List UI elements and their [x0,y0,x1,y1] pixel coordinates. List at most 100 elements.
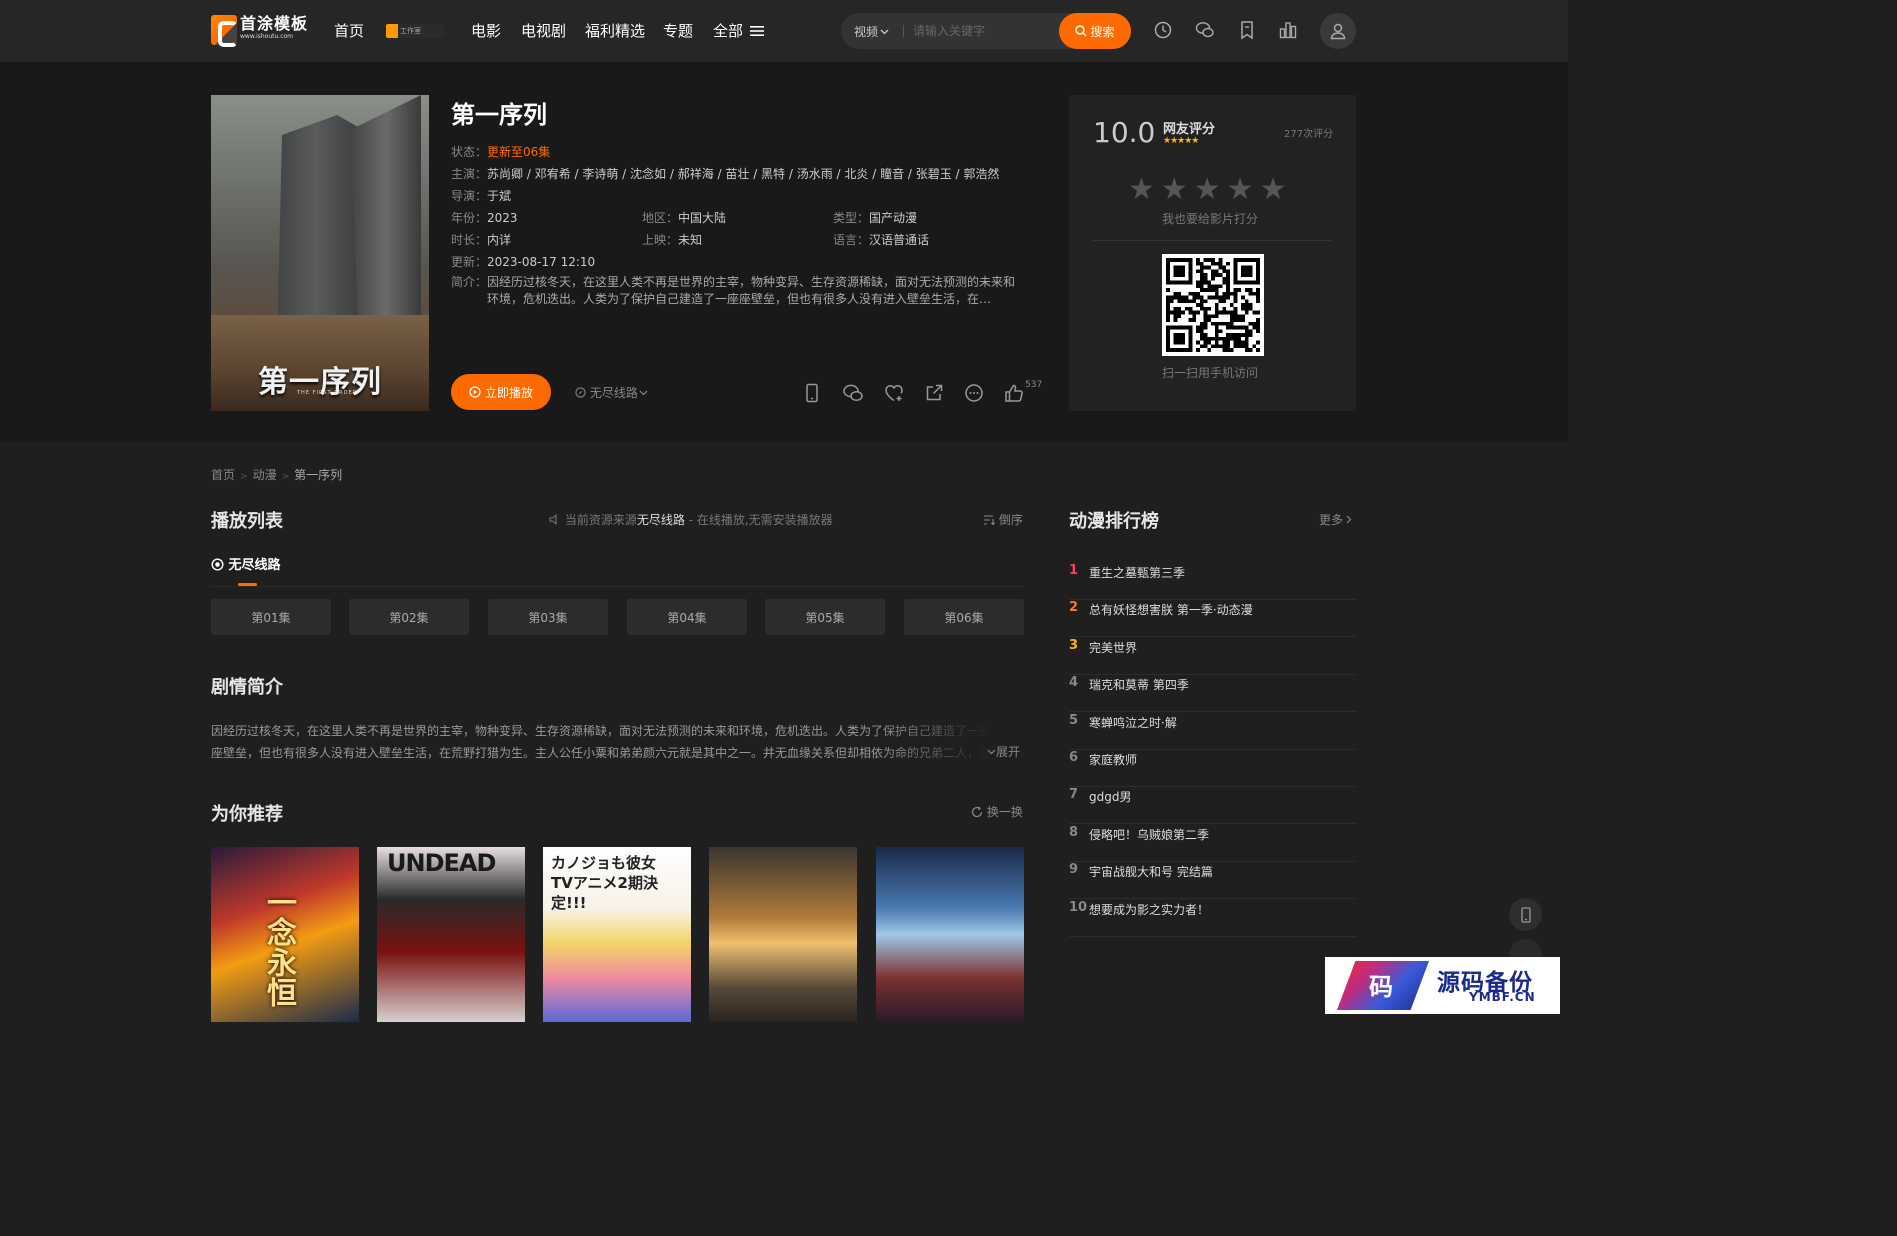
expand-button[interactable]: 展开 [987,743,1020,760]
episode-button[interactable]: 第03集 [488,599,608,635]
language-label: 语言： [833,233,870,247]
genre-value[interactable]: 国产动漫 [869,211,917,225]
ranking-number: 2 [1069,600,1079,616]
ranking-item[interactable]: 9 宇宙战舰大和号 完结篇 [1069,862,1356,900]
search-button[interactable]: 搜索 [1059,13,1131,49]
site-logo[interactable]: 首涂模板 www.ishoutu.com [211,14,309,47]
release-label: 上映： [642,233,679,247]
year-value[interactable]: 2023 [487,211,518,225]
language-row: 语言：汉语普通话 [833,231,929,248]
recommend-card[interactable] [876,847,1024,1022]
comment-icon[interactable] [963,382,985,404]
refresh-icon [971,806,983,818]
tab-source-label: 无尽线路 [228,558,281,573]
episode-button[interactable]: 第04集 [627,599,747,635]
like-icon[interactable] [1003,382,1025,404]
director-value[interactable]: 于斌 [487,189,511,203]
nav-topic[interactable]: 专题 [663,20,693,41]
duration-value: 内详 [487,233,512,247]
ranking-item[interactable]: 8 侵略吧！乌贼娘第二季 [1069,825,1356,862]
bookmark-icon[interactable] [1237,20,1257,40]
sort-button[interactable]: 倒序 [984,511,1023,528]
nav-home[interactable]: 首页 [334,20,364,41]
poster-image[interactable]: 第一序列 THE FIRST ORDER [211,95,429,411]
chevron-right-icon: > [281,472,290,482]
rank-icon[interactable] [1278,20,1298,40]
region-value[interactable]: 中国大陆 [678,211,726,225]
qr-hint: 扫一扫用手机访问 [1162,366,1259,380]
genre-row: 类型：国产动漫 [833,209,917,226]
nav-badge[interactable]: 工作室 [386,24,444,38]
recommend-card[interactable] [709,847,857,1022]
tab-source[interactable]: 无尽线路 [211,554,281,573]
cast-value[interactable]: 苏尚卿 / 邓宥希 / 李诗萌 / 沈念如 / 郝祥海 / 苗壮 / 黑特 / … [487,167,999,181]
nav-all[interactable]: 全部 [713,20,764,41]
refresh-label: 换一换 [986,805,1023,819]
status-label: 状态： [451,145,488,159]
rate-stars[interactable]: ★★★★★ [1128,172,1292,207]
episode-button[interactable]: 第05集 [765,599,885,635]
qr-code [1162,254,1264,356]
chevron-right-icon [1346,515,1352,524]
nav-welfare[interactable]: 福利精选 [585,20,645,41]
breadcrumb-category[interactable]: 动漫 [253,468,277,482]
share-icon[interactable] [923,382,945,404]
recommend-card[interactable]: 一念永恒 [211,847,359,1022]
rating-mini-stars: ★★★★★ [1163,136,1199,146]
ranking-item[interactable]: 10 想要成为影之实力者！ [1069,900,1356,937]
rating-divider [1092,240,1332,241]
ranking-item[interactable]: 7 gdgd男 [1069,787,1356,825]
ranking-number: 4 [1069,675,1079,691]
ranking-item[interactable]: 1 重生之墓甄第三季 [1069,563,1356,600]
search-type-select[interactable]: 视频 [854,23,889,40]
watermark-logo-char: 码 [1369,973,1393,1001]
play-button-label: 立即播放 [484,385,533,400]
user-button[interactable] [1320,13,1356,49]
nav-movie[interactable]: 电影 [471,20,501,41]
history-icon[interactable] [1153,20,1173,40]
refresh-button[interactable]: 换一换 [971,803,1023,820]
recommend-card[interactable]: カノジョも彼女 TVアニメ2期決定!!! [543,847,691,1022]
episode-button[interactable]: 第01集 [211,599,331,635]
compass-icon [575,387,586,398]
logo-main-text: 首涂模板 [240,14,309,33]
search-input[interactable] [913,21,1053,41]
radio-icon [211,558,224,571]
ranking-item[interactable]: 3 完美世界 [1069,638,1356,675]
duration-row: 时长：内详 [451,231,511,248]
rate-hint: 我也要给影片打分 [1162,212,1259,226]
mobile-float-button[interactable] [1509,898,1542,931]
year-label: 年份： [451,211,488,225]
mobile-icon[interactable] [801,382,823,404]
chevron-right-icon: > [240,472,248,482]
language-value: 汉语普通话 [869,233,930,247]
source-select[interactable]: 无尽线路 [575,384,648,401]
ranking-item[interactable]: 5 寒蝉鸣泣之时·解 [1069,713,1356,750]
ranking-item[interactable]: 2 总有妖怪想害朕 第一季·动态漫 [1069,600,1356,638]
nav-tv[interactable]: 电视剧 [521,20,566,41]
more-link[interactable]: 更多 [1319,511,1352,528]
ranking-item[interactable]: 4 瑞克和莫蒂 第四季 [1069,675,1356,713]
recommend-title: 为你推荐 [211,804,283,825]
recommend-card-text: 一念永恒 [261,887,296,1007]
breadcrumb-home[interactable]: 首页 [211,468,235,482]
wechat-share-icon[interactable] [842,382,864,404]
wechat-icon[interactable] [1195,20,1215,40]
ranking-name: 瑞克和莫蒂 第四季 [1089,678,1189,693]
ranking-number: 8 [1069,824,1079,840]
episode-button[interactable]: 第06集 [904,599,1024,635]
recommend-card[interactable]: UNDEAD [377,847,525,1022]
favorite-icon[interactable] [883,382,905,404]
release-value: 未知 [678,233,703,247]
poster-subtitle: THE FIRST ORDER [297,390,358,396]
ranking-item[interactable]: 6 家庭教师 [1069,750,1356,787]
recommend-card-text: UNDEAD [387,849,496,877]
nav-all-label: 全部 [713,22,744,40]
sort-icon [984,515,996,526]
ranking-number: 5 [1069,712,1079,728]
episode-button[interactable]: 第02集 [349,599,469,635]
watermark-sub: YMBF.CN [1469,990,1536,1004]
status-row: 状态：更新至06集 [451,143,550,160]
ranking-number: 6 [1069,750,1079,765]
play-button[interactable]: 立即播放 [451,374,551,410]
